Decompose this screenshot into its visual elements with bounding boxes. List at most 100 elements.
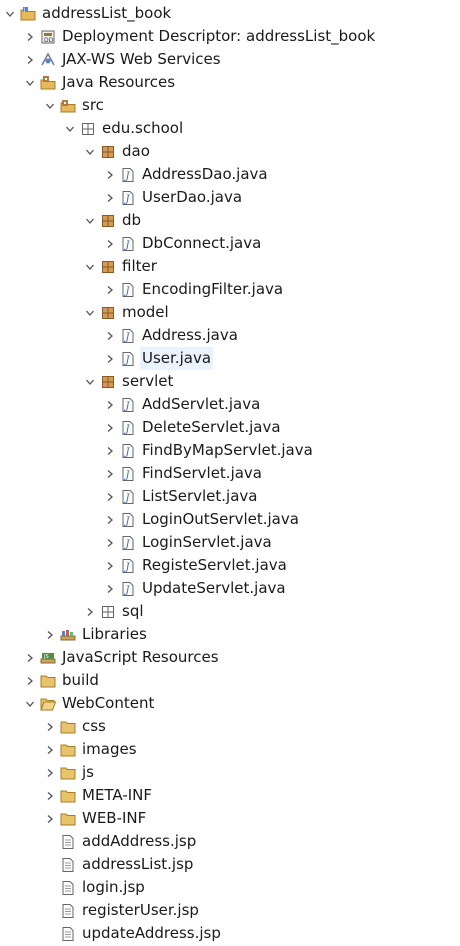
expand-arrow-icon[interactable]	[102, 577, 118, 600]
expand-arrow-icon[interactable]	[102, 324, 118, 347]
tree-item-deployment-descriptor-addresslist-book[interactable]: DD Deployment Descriptor: addressList_boo…	[0, 25, 460, 48]
tree-item-userdao-java[interactable]: J UserDao.java	[0, 186, 460, 209]
jsp-file-icon	[60, 880, 76, 896]
expand-arrow-icon[interactable]	[102, 393, 118, 416]
tree-item-label: WebContent	[62, 694, 155, 712]
java-file-icon: J	[120, 512, 136, 528]
folder-icon	[60, 765, 76, 781]
collapse-arrow-icon[interactable]	[82, 370, 98, 393]
tree-item-servlet[interactable]: servlet	[0, 370, 460, 393]
tree-item-registeruser-jsp[interactable]: registerUser.jsp	[0, 899, 460, 922]
tree-item-dbconnect-java[interactable]: J DbConnect.java	[0, 232, 460, 255]
collapse-arrow-icon[interactable]	[62, 117, 78, 140]
tree-item-loginservlet-java[interactable]: J LoginServlet.java	[0, 531, 460, 554]
java-file-icon: J	[120, 236, 136, 252]
svg-text:DD: DD	[44, 37, 54, 44]
expand-arrow-icon[interactable]	[102, 163, 118, 186]
expand-arrow-icon[interactable]	[42, 715, 58, 738]
svg-text:J: J	[124, 424, 131, 435]
tree-item-src[interactable]: src	[0, 94, 460, 117]
project-explorer-tree: JaddressList_book DD Deployment Descriptor…	[0, 0, 460, 945]
tree-item-webcontent[interactable]: WebContent	[0, 692, 460, 715]
collapse-arrow-icon[interactable]	[82, 209, 98, 232]
expand-arrow-icon[interactable]	[102, 278, 118, 301]
expand-arrow-icon[interactable]	[102, 439, 118, 462]
tree-item-meta-inf[interactable]: META-INF	[0, 784, 460, 807]
tree-item-web-inf[interactable]: WEB-INF	[0, 807, 460, 830]
tree-item-javascript-resources[interactable]: JS JavaScript Resources	[0, 646, 460, 669]
expand-arrow-icon[interactable]	[42, 738, 58, 761]
tree-item-sql[interactable]: sql	[0, 600, 460, 623]
expand-arrow-icon[interactable]	[102, 508, 118, 531]
tree-item-dao[interactable]: dao	[0, 140, 460, 163]
tree-item-listservlet-java[interactable]: J ListServlet.java	[0, 485, 460, 508]
tree-item-filter[interactable]: filter	[0, 255, 460, 278]
expand-arrow-icon[interactable]	[102, 531, 118, 554]
expand-arrow-icon[interactable]	[102, 416, 118, 439]
tree-item-findservlet-java[interactable]: J FindServlet.java	[0, 462, 460, 485]
expand-arrow-icon[interactable]	[22, 25, 38, 48]
tree-item-label: addressList_book	[42, 4, 172, 22]
tree-item-build[interactable]: build	[0, 669, 460, 692]
tree-item-label: JAX-WS Web Services	[62, 50, 221, 68]
expand-arrow-icon[interactable]	[102, 554, 118, 577]
tree-item-libraries[interactable]: Libraries	[0, 623, 460, 646]
collapse-arrow-icon[interactable]	[82, 255, 98, 278]
tree-item-findbymapservlet-java[interactable]: J FindByMapServlet.java	[0, 439, 460, 462]
tree-item-label: RegisteServlet.java	[142, 556, 287, 574]
expand-arrow-icon[interactable]	[42, 761, 58, 784]
arrow-spacer	[42, 922, 58, 945]
tree-item-address-java[interactable]: J Address.java	[0, 324, 460, 347]
expand-arrow-icon[interactable]	[22, 669, 38, 692]
tree-item-addresslist-jsp[interactable]: addressList.jsp	[0, 853, 460, 876]
expand-arrow-icon[interactable]	[102, 485, 118, 508]
collapse-arrow-icon[interactable]	[2, 2, 18, 25]
tree-item-java-resources[interactable]: Java Resources	[0, 71, 460, 94]
collapse-arrow-icon[interactable]	[42, 94, 58, 117]
collapse-arrow-icon[interactable]	[82, 140, 98, 163]
expand-arrow-icon[interactable]	[22, 646, 38, 669]
tree-item-updateservlet-java[interactable]: J UpdateServlet.java	[0, 577, 460, 600]
tree-item-jax-ws-web-services[interactable]: JAX-WS Web Services	[0, 48, 460, 71]
tree-item-login-jsp[interactable]: login.jsp	[0, 876, 460, 899]
tree-item-images[interactable]: images	[0, 738, 460, 761]
tree-item-edu-school[interactable]: edu.school	[0, 117, 460, 140]
tree-item-updateaddress-jsp[interactable]: updateAddress.jsp	[0, 922, 460, 945]
expand-arrow-icon[interactable]	[102, 347, 118, 370]
tree-item-addservlet-java[interactable]: J AddServlet.java	[0, 393, 460, 416]
expand-arrow-icon[interactable]	[42, 623, 58, 646]
tree-item-label: EncodingFilter.java	[142, 280, 284, 298]
tree-item-user-java[interactable]: J User.java	[0, 347, 460, 370]
tree-item-js[interactable]: js	[0, 761, 460, 784]
tree-item-label: AddressDao.java	[142, 165, 268, 183]
tree-item-label: WEB-INF	[82, 809, 147, 827]
tree-item-model[interactable]: model	[0, 301, 460, 324]
collapse-arrow-icon[interactable]	[82, 301, 98, 324]
tree-item-encodingfilter-java[interactable]: J EncodingFilter.java	[0, 278, 460, 301]
tree-item-registeservlet-java[interactable]: J RegisteServlet.java	[0, 554, 460, 577]
arrow-spacer	[42, 853, 58, 876]
expand-arrow-icon[interactable]	[82, 600, 98, 623]
folder-icon	[60, 788, 76, 804]
tree-item-addresslist-book[interactable]: JaddressList_book	[0, 2, 460, 25]
collapse-arrow-icon[interactable]	[22, 71, 38, 94]
tree-item-label: addressList.jsp	[82, 855, 194, 873]
expand-arrow-icon[interactable]	[102, 462, 118, 485]
java-file-icon: J	[120, 581, 136, 597]
expand-arrow-icon[interactable]	[22, 48, 38, 71]
tree-item-deleteservlet-java[interactable]: J DeleteServlet.java	[0, 416, 460, 439]
tree-item-loginoutservlet-java[interactable]: J LoginOutServlet.java	[0, 508, 460, 531]
expand-arrow-icon[interactable]	[42, 807, 58, 830]
java-file-icon: J	[120, 397, 136, 413]
collapse-arrow-icon[interactable]	[22, 692, 38, 715]
tree-item-label: META-INF	[82, 786, 153, 804]
tree-item-db[interactable]: db	[0, 209, 460, 232]
expand-arrow-icon[interactable]	[102, 186, 118, 209]
tree-item-addressdao-java[interactable]: J AddressDao.java	[0, 163, 460, 186]
tree-item-label: LoginOutServlet.java	[142, 510, 299, 528]
tree-item-css[interactable]: css	[0, 715, 460, 738]
expand-arrow-icon[interactable]	[42, 784, 58, 807]
expand-arrow-icon[interactable]	[102, 232, 118, 255]
tree-item-addaddress-jsp[interactable]: addAddress.jsp	[0, 830, 460, 853]
project-icon: J	[20, 6, 36, 22]
